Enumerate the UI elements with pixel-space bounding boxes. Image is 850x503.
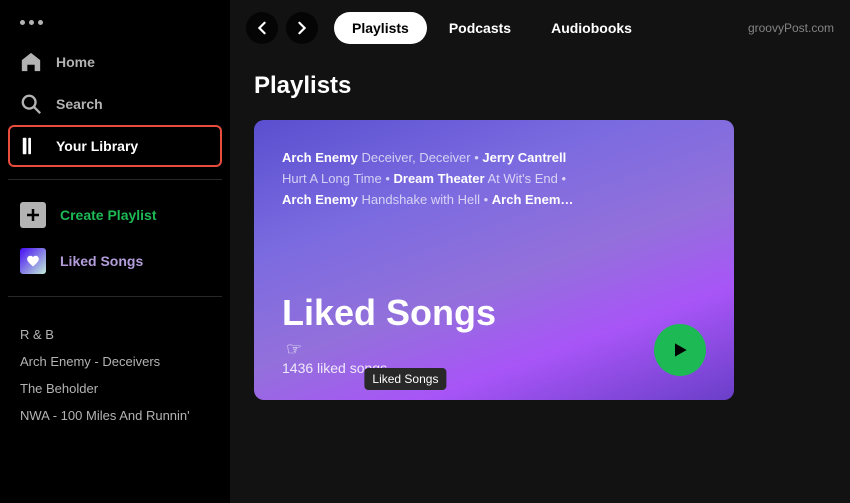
sidebar-menu-dots[interactable] [0,16,230,41]
track-title-2: Hurt A Long Time • [282,171,394,186]
back-button[interactable] [246,12,278,44]
list-item[interactable]: The Beholder [20,375,210,402]
track-artist-2: Jerry Cantrell [482,150,566,165]
track-artist-5: Arch Enem… [492,192,574,207]
dot-2 [29,20,34,25]
card-count: 1436 liked songs [282,360,496,376]
track-title-4: Handshake with Hell • [362,192,492,207]
liked-songs-icon [20,248,46,274]
track-artist-4: Arch Enemy [282,192,358,207]
topbar: Playlists Podcasts Audiobooks groovyPost… [230,0,850,56]
liked-songs-button[interactable]: Liked Songs [8,238,222,284]
card-info: Liked Songs ☞ Liked Songs 1436 liked son… [282,293,496,376]
sidebar-item-home[interactable]: Home [8,41,222,83]
dot-1 [20,20,25,25]
search-icon [20,93,42,115]
track-title-3: At Wit's End • [487,171,566,186]
home-icon [20,51,42,73]
tab-group: Playlists Podcasts Audiobooks [334,12,650,44]
card-tracks: Arch Enemy Deceiver, Deceiver • Jerry Ca… [282,148,706,210]
tab-playlists[interactable]: Playlists [334,12,427,44]
sidebar-nav: Home Search Your Library [0,41,230,167]
sidebar-actions: Create Playlist Liked Songs [0,192,230,284]
cursor-icon: ☞ [286,339,302,360]
create-playlist-button[interactable]: Create Playlist [8,192,222,238]
main-content: Playlists Podcasts Audiobooks groovyPost… [230,0,850,503]
sidebar-playlists: R & B Arch Enemy - Deceivers The Beholde… [0,313,230,437]
library-icon [20,135,42,157]
liked-songs-card[interactable]: Arch Enemy Deceiver, Deceiver • Jerry Ca… [254,120,734,400]
track-artist-3: Dream Theater [394,171,485,186]
sidebar-item-your-library[interactable]: Your Library [8,125,222,167]
sidebar: Home Search Your Library [0,0,230,503]
watermark: groovyPost.com [748,21,834,35]
list-item[interactable]: R & B [20,321,210,348]
sidebar-divider-2 [8,296,222,297]
create-playlist-icon [20,202,46,228]
card-title-wrapper: Liked Songs ☞ Liked Songs [282,293,496,360]
dot-3 [38,20,43,25]
list-item[interactable]: Arch Enemy - Deceivers [20,348,210,375]
card-title: Liked Songs [282,293,496,333]
content-area: Playlists Arch Enemy Deceiver, Deceiver … [230,56,850,503]
play-button[interactable] [654,324,706,376]
list-item[interactable]: NWA - 100 Miles And Runnin' [20,402,210,429]
tab-podcasts[interactable]: Podcasts [431,12,529,44]
sidebar-divider-1 [8,179,222,180]
section-title: Playlists [254,72,826,100]
sidebar-item-search[interactable]: Search [8,83,222,125]
track-title-1: Deceiver, Deceiver • [362,150,483,165]
card-bottom: Liked Songs ☞ Liked Songs 1436 liked son… [282,293,706,376]
forward-button[interactable] [286,12,318,44]
your-library-label: Your Library [56,138,138,154]
track-artist-1: Arch Enemy [282,150,358,165]
tab-audiobooks[interactable]: Audiobooks [533,12,650,44]
